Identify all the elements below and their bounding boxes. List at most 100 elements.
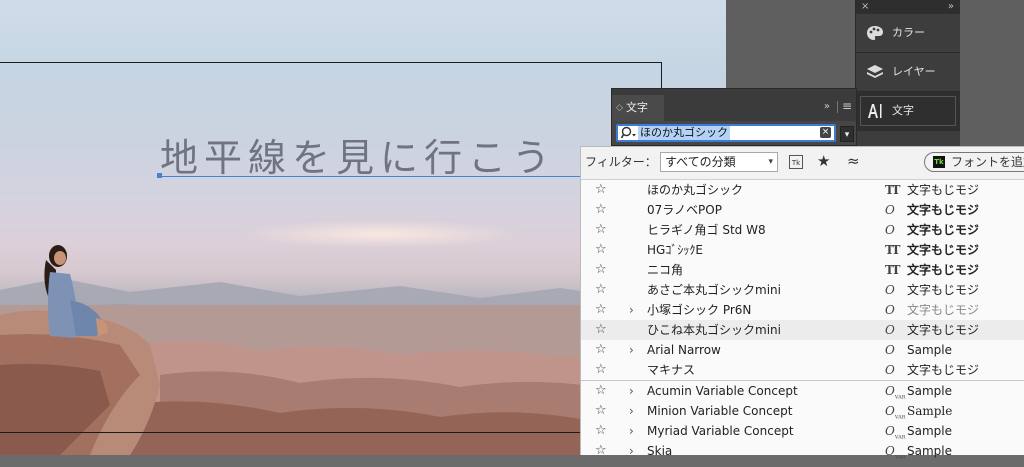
font-list-item[interactable]: ☆ ひこね本丸ゴシックmini O 文字もじモジ: [581, 320, 1024, 340]
opentype-icon: O: [885, 320, 895, 340]
font-sample: 文字もじモジ: [907, 223, 980, 237]
font-sample: 文字もじモジ: [907, 203, 980, 217]
text-anchor-handle[interactable]: [157, 173, 162, 178]
font-name: ひこね本丸ゴシックmini: [647, 323, 781, 337]
dock-item-character[interactable]: 文字: [856, 92, 960, 131]
favorite-star-icon[interactable]: ☆: [595, 421, 607, 441]
font-sample: Sample: [907, 404, 953, 418]
font-type-glyph: O: [885, 203, 895, 217]
character-panel-tabbar: ◇ 文字 » ≡: [612, 89, 856, 121]
font-type-glyph: O: [885, 283, 895, 297]
collapse-icon[interactable]: »: [948, 0, 954, 14]
opentype-icon: O: [885, 200, 895, 220]
font-sample: 文字もじモジ: [907, 243, 980, 257]
font-type-glyph: O: [885, 303, 895, 317]
font-search-input[interactable]: ほのか丸ゴシック ×: [616, 124, 836, 142]
favorite-star-icon[interactable]: ☆: [595, 360, 607, 380]
font-sample: 文字もじモジ: [907, 323, 980, 337]
character-panel: ◇ 文字 » ≡ ほのか丸ゴシック × ▾: [611, 88, 857, 146]
expand-family-icon[interactable]: ›: [629, 300, 634, 320]
font-sample: Sample: [907, 444, 952, 458]
truetype-icon: TT: [885, 180, 901, 200]
similar-fonts-icon[interactable]: ≈: [847, 152, 860, 170]
font-name: Acumin Variable Concept: [647, 384, 798, 398]
headline-text[interactable]: 地平線を見に行こう: [160, 136, 556, 180]
font-sample: 文字もじモジ: [907, 183, 980, 197]
selected-text-baseline: [160, 176, 580, 177]
expand-family-icon[interactable]: ›: [629, 340, 634, 360]
opentype-icon: O: [885, 280, 895, 300]
font-name: あさご本丸ゴシックmini: [647, 283, 781, 297]
favorites-filter-icon[interactable]: ★: [817, 152, 830, 170]
expand-family-icon[interactable]: ›: [629, 381, 634, 401]
filter-bar: フィルター： すべての分類 ▾ Tk ★ ≈ Tk フォントを追加: [581, 147, 1024, 180]
close-icon[interactable]: ×: [861, 0, 869, 14]
favorite-star-icon[interactable]: ☆: [595, 441, 607, 461]
font-sample: Sample: [907, 343, 952, 357]
filter-classification-select[interactable]: すべての分類 ▾: [660, 152, 778, 172]
filter-value: すべての分類: [665, 155, 736, 169]
tab-character[interactable]: ◇ 文字: [612, 95, 664, 121]
favorite-star-icon[interactable]: ☆: [595, 381, 607, 401]
favorite-star-icon[interactable]: ☆: [595, 401, 607, 421]
dock-titlebar: × »: [856, 0, 960, 14]
tab-toggle-icon[interactable]: ◇: [616, 95, 623, 121]
font-list-item[interactable]: ☆ ヒラギノ角ゴ Std W8 O 文字もじモジ: [581, 220, 1024, 240]
expand-family-icon[interactable]: ›: [629, 441, 634, 461]
font-sample: 文字もじモジ: [907, 283, 980, 297]
clear-icon[interactable]: ×: [820, 127, 831, 138]
font-sample: Sample: [907, 424, 952, 438]
favorite-star-icon[interactable]: ☆: [595, 240, 607, 260]
panel-expand-icon[interactable]: »: [824, 101, 830, 112]
font-list-item[interactable]: ☆ › Minion Variable Concept OVAR Sample: [581, 401, 1024, 421]
font-list-item[interactable]: ☆ › Arial Narrow O Sample: [581, 340, 1024, 360]
font-name: ヒラギノ角ゴ Std W8: [647, 223, 766, 237]
font-name: ほのか丸ゴシック: [647, 183, 744, 197]
font-list-dropdown-button[interactable]: ▾: [840, 126, 854, 142]
favorite-star-icon[interactable]: ☆: [595, 300, 607, 320]
font-list-item[interactable]: ☆ HGｺﾞｼｯｸE TT 文字もじモジ: [581, 240, 1024, 260]
panel-menu-icon[interactable]: ≡: [842, 99, 852, 113]
search-value: ほのか丸ゴシック: [638, 126, 730, 140]
add-fonts-button[interactable]: Tk フォントを追加: [924, 152, 1024, 172]
favorite-star-icon[interactable]: ☆: [595, 200, 607, 220]
dock-item-label: レイヤー: [892, 65, 936, 78]
font-name: Myriad Variable Concept: [647, 424, 794, 438]
font-list-item[interactable]: ☆ ニコ角 TT 文字もじモジ: [581, 260, 1024, 280]
typekit-icon: Tk: [933, 156, 945, 168]
favorite-star-icon[interactable]: ☆: [595, 220, 607, 240]
chevron-down-icon: ▾: [768, 157, 773, 167]
filter-label: フィルター：: [585, 155, 657, 169]
typekit-filter-icon[interactable]: Tk: [789, 155, 803, 169]
expand-family-icon[interactable]: ›: [629, 401, 634, 421]
search-icon: [621, 126, 636, 139]
favorite-star-icon[interactable]: ☆: [595, 180, 607, 200]
font-list-item[interactable]: ☆ ほのか丸ゴシック TT 文字もじモジ: [581, 180, 1024, 200]
sunset-glow: [240, 220, 520, 248]
font-list-item[interactable]: ☆ › 小塚ゴシック Pr6N O 文字もじモジ: [581, 300, 1024, 320]
text-frame-top-edge: [0, 62, 662, 63]
font-list-item[interactable]: ☆ › Skia OVAR Sample: [581, 441, 1024, 461]
font-list-item[interactable]: ☆ › Acumin Variable Concept OVAR Sample: [581, 381, 1024, 401]
font-list-item[interactable]: ☆ 07ラノベPOP O 文字もじモジ: [581, 200, 1024, 220]
variable-font-sub-label: VAR: [894, 454, 906, 461]
add-fonts-label: フォントを追加: [951, 155, 1024, 169]
font-name: Minion Variable Concept: [647, 404, 793, 418]
favorite-star-icon[interactable]: ☆: [595, 260, 607, 280]
favorite-star-icon[interactable]: ☆: [595, 280, 607, 300]
favorite-star-icon[interactable]: ☆: [595, 320, 607, 340]
expand-family-icon[interactable]: ›: [629, 421, 634, 441]
font-list-item[interactable]: ☆ › Myriad Variable Concept OVAR Sample: [581, 421, 1024, 441]
font-type-glyph: O: [885, 343, 895, 357]
variable-font-sub-label: VAR: [894, 414, 906, 421]
favorite-star-icon[interactable]: ☆: [595, 340, 607, 360]
font-name: Arial Narrow: [647, 343, 721, 357]
font-sample: 文字もじモジ: [907, 363, 980, 377]
font-list-item[interactable]: ☆ あさご本丸ゴシックmini O 文字もじモジ: [581, 280, 1024, 300]
divider: [837, 101, 838, 113]
font-type-glyph: O: [885, 323, 895, 337]
font-list-item[interactable]: ☆ マキナス O 文字もじモジ: [581, 360, 1024, 380]
dock-item-color[interactable]: カラー: [856, 14, 960, 53]
text-frame-bottom-edge: [0, 432, 580, 433]
dock-item-layers[interactable]: レイヤー: [856, 53, 960, 92]
